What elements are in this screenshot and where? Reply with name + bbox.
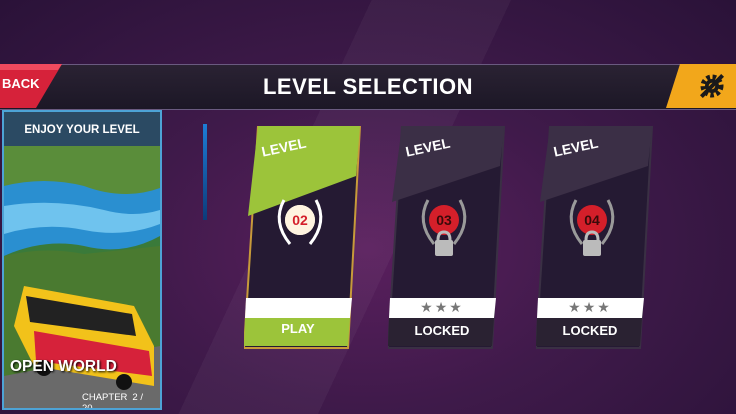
stars-rating: ★★★ bbox=[568, 299, 612, 315]
chapter-count: CHAPTER 2 / 20 bbox=[82, 392, 160, 408]
level-card-03[interactable]: LEVEL 03 ★★★ LOCKED bbox=[388, 126, 506, 349]
level-card-04[interactable]: LEVEL 04 ★★★ LOCKED bbox=[536, 126, 654, 349]
settings-button[interactable] bbox=[666, 64, 736, 108]
locked-label: LOCKED bbox=[414, 323, 470, 338]
back-label: BACK bbox=[2, 76, 40, 91]
chapter-name: OPEN WORLD bbox=[10, 358, 117, 375]
back-button[interactable]: BACK bbox=[0, 64, 64, 108]
gear-wrench-icon bbox=[666, 64, 736, 108]
play-button[interactable]: PLAY bbox=[244, 321, 352, 336]
level-number: 04 bbox=[584, 212, 600, 228]
chapter-count-label: CHAPTER bbox=[82, 392, 128, 403]
page-title: LEVEL SELECTION bbox=[262, 74, 473, 99]
stars-rating: ★★★ bbox=[420, 299, 464, 315]
chapter-heading: ENJOY YOUR LEVEL bbox=[4, 112, 160, 146]
chapter-panel[interactable]: ENJOY YOUR LEVEL OPEN WORLD CHAPTER 2 / 2… bbox=[2, 110, 162, 410]
level-number: 02 bbox=[285, 205, 315, 235]
level-number: 03 bbox=[436, 212, 452, 228]
scroll-indicator bbox=[203, 124, 207, 220]
level-card-02[interactable]: LEVEL 02 PLAY bbox=[244, 126, 362, 349]
locked-label: LOCKED bbox=[562, 323, 618, 338]
